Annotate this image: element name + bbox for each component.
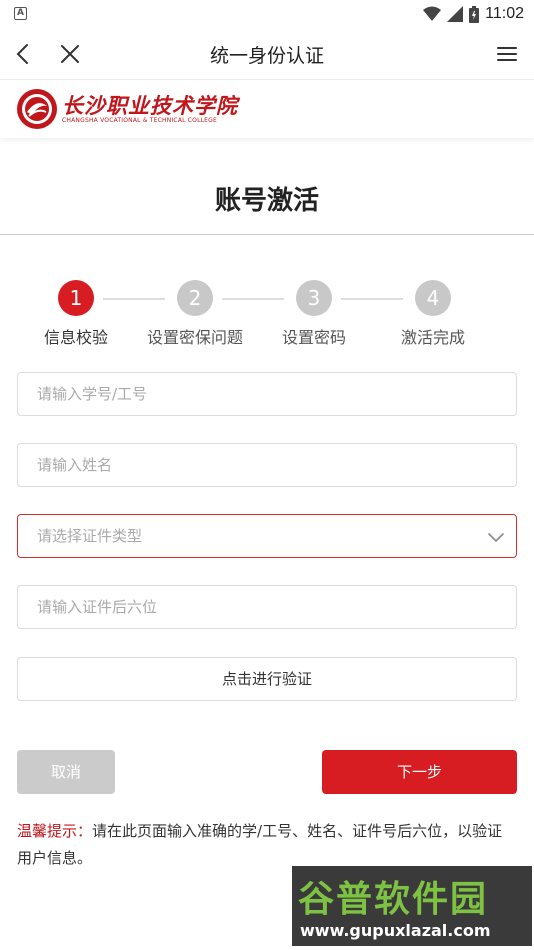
clock: 11:02 — [485, 5, 524, 22]
step-1: 1 信息校验 — [21, 280, 131, 348]
student-id-placeholder: 请输入学号/工号 — [37, 385, 148, 403]
verify-button[interactable]: 点击进行验证 — [17, 657, 517, 701]
step-label: 信息校验 — [43, 328, 108, 347]
name-placeholder: 请输入姓名 — [37, 456, 113, 474]
step-number: 4 — [415, 280, 451, 316]
hamburger-menu-icon — [497, 47, 517, 61]
status-bar: A 11:02 — [0, 0, 534, 28]
school-name-en: CHANGSHA VOCATIONAL & TECHNICAL COLLEGE — [62, 117, 217, 124]
wifi-icon — [423, 6, 442, 21]
page-title: 账号激活 — [214, 186, 319, 216]
site-watermark: 谷普软件园 www.gupuxlazal.com — [292, 866, 532, 946]
menu-button[interactable] — [494, 40, 522, 68]
step-label: 设置密保问题 — [146, 328, 243, 347]
chevron-down-icon — [488, 533, 504, 543]
certificate-last-six-input[interactable]: 请输入证件后六位 — [17, 585, 517, 629]
signal-icon — [447, 6, 464, 22]
nav-title: 统一身份认证 — [209, 45, 324, 67]
school-logo-banner: 长沙职业技术学院 CHANGSHA VOCATIONAL & TECHNICAL… — [0, 80, 534, 138]
name-input[interactable]: 请输入姓名 — [17, 443, 517, 487]
tip-text: 温馨提示：请在此页面输入准确的学/工号、姓名、证件号后六位，以验证用户信息。 — [17, 818, 517, 872]
step-number: 3 — [296, 280, 332, 316]
step-number: 2 — [177, 280, 213, 316]
step-2: 2 设置密保问题 — [140, 280, 250, 348]
step-4: 4 激活完成 — [378, 280, 488, 348]
school-emblem-icon — [17, 89, 57, 129]
student-id-input[interactable]: 请输入学号/工号 — [17, 372, 517, 416]
step-label: 激活完成 — [400, 328, 465, 347]
step-label: 设置密码 — [281, 328, 346, 347]
watermark-text: 谷普软件园 — [298, 879, 489, 920]
step-number: 1 — [58, 280, 94, 316]
cancel-button[interactable]: 取消 — [17, 750, 115, 794]
watermark-url: www.gupuxlazal.com — [300, 921, 491, 940]
certificate-type-select[interactable]: 请选择证件类型 — [17, 514, 517, 558]
divider — [0, 234, 534, 235]
step-progress: 1 信息校验 2 设置密保问题 3 设置密码 4 激活完成 — [0, 280, 534, 350]
school-name-cn: 长沙职业技术学院 — [62, 93, 238, 118]
nav-bar: 统一身份认证 — [0, 28, 534, 80]
step-3: 3 设置密码 — [259, 280, 369, 348]
battery-icon — [469, 5, 480, 23]
tip-title: 温馨提示： — [17, 822, 93, 840]
notification-indicator-icon: A — [14, 7, 27, 20]
status-icons: 11:02 — [423, 4, 524, 24]
certificate-last-six-placeholder: 请输入证件后六位 — [37, 598, 158, 616]
certificate-type-placeholder: 请选择证件类型 — [37, 527, 143, 545]
next-step-button[interactable]: 下一步 — [322, 750, 517, 794]
